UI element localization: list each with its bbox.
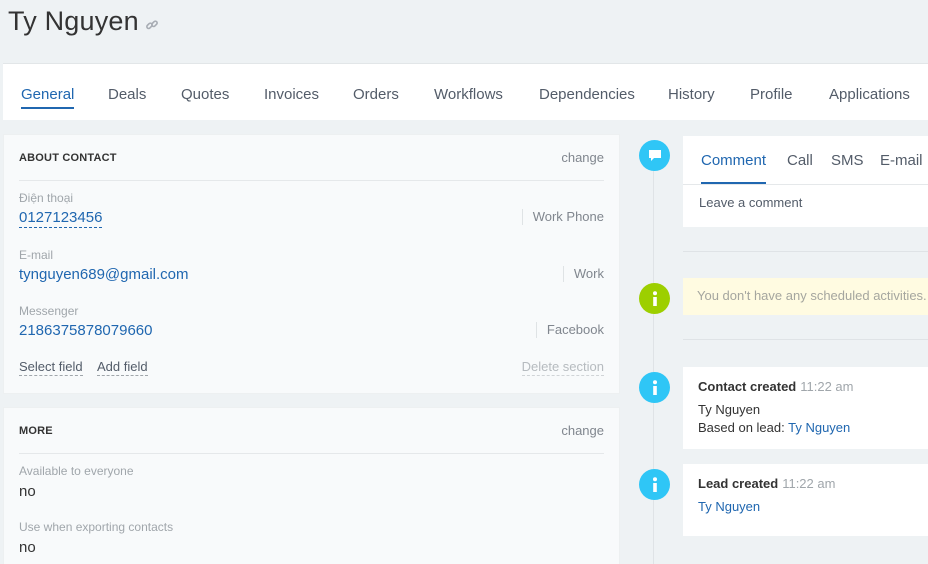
tab-profile[interactable]: Profile [750,86,793,103]
tab-quotes[interactable]: Quotes [181,86,229,103]
event-time: 11:22 am [782,476,836,491]
event-title-text: Contact created [698,379,797,394]
export-value: no [19,539,36,556]
add-field-link[interactable]: Add field [97,359,148,376]
comment-icon [639,140,670,171]
email-type: Work [562,266,604,282]
event-time: 11:22 am [800,379,854,394]
tab-general[interactable]: General [21,86,75,109]
history-event-lead-created: Lead created 11:22 am Ty Nguyen [683,464,928,536]
based-on-label: Based on lead: [698,420,789,435]
timeline-line [653,168,654,564]
available-value: no [19,483,36,500]
lead-link[interactable]: Ty Nguyen [698,499,760,514]
messenger-type: Facebook [535,322,604,338]
event-title-text: Lead created [698,476,779,491]
divider [683,184,928,185]
title-row: Ty Nguyen [8,6,159,37]
email-label: E-mail [19,248,54,262]
tab-invoices[interactable]: Invoices [264,86,319,103]
tab-deals[interactable]: Deals [108,86,146,103]
phone-type: Work Phone [521,209,604,225]
more-change-link[interactable]: change [561,423,604,438]
divider [19,453,604,454]
history-event-contact-created: Contact created 11:22 am Ty Nguyen Based … [683,367,928,449]
divider [683,339,928,340]
available-label: Available to everyone [19,464,134,478]
event-title: Lead created 11:22 am [698,476,835,491]
composer-tab-comment[interactable]: Comment [701,152,767,184]
activity-composer: Comment Call SMS E-mail Leave a comment [683,136,928,227]
composer-tab-call[interactable]: Call [787,152,813,169]
info-icon [639,283,670,314]
comment-input[interactable]: Leave a comment [699,195,802,210]
divider [19,180,604,181]
email-value[interactable]: tynguyen689@gmail.com [19,266,188,283]
event-title: Contact created 11:22 am [698,379,854,394]
page-title: Ty Nguyen [8,6,139,36]
event-contact-name: Ty Nguyen [698,402,761,417]
phone-value[interactable]: 0127123456 [19,209,103,228]
tab-dependencies[interactable]: Dependencies [539,86,635,103]
export-label: Use when exporting contacts [19,520,174,534]
based-on-lead-link[interactable]: Ty Nguyen [788,420,850,435]
delete-section-link[interactable]: Delete section [521,359,604,376]
event-based-on: Based on lead: Ty Nguyen [698,420,850,435]
about-change-link[interactable]: change [561,150,604,165]
about-contact-heading: ABOUT CONTACT [19,152,117,164]
phone-label: Điện thoại [19,191,74,205]
composer-tab-sms[interactable]: SMS [831,152,864,169]
select-field-link[interactable]: Select field [19,359,83,376]
info-icon [639,469,670,500]
tab-workflows[interactable]: Workflows [434,86,503,103]
messenger-value[interactable]: 2186375878079660 [19,322,152,339]
scheduled-text: You don't have any scheduled activities. [697,288,927,303]
link-icon[interactable] [145,18,159,32]
tab-history[interactable]: History [668,86,715,103]
tab-orders[interactable]: Orders [353,86,399,103]
composer-tab-email[interactable]: E-mail [880,152,923,169]
messenger-label: Messenger [19,304,79,318]
scheduled-activities: You don't have any scheduled activities. [683,278,928,315]
tab-applications[interactable]: Applications [829,86,910,103]
detail-tabs: General Deals Quotes Invoices Orders Wor… [3,63,928,120]
divider [683,251,928,252]
more-card: MORE change Available to everyone no Use… [3,407,620,564]
info-icon [639,372,670,403]
about-contact-card: ABOUT CONTACT change Điện thoại 01271234… [3,134,620,394]
more-heading: MORE [19,425,53,437]
